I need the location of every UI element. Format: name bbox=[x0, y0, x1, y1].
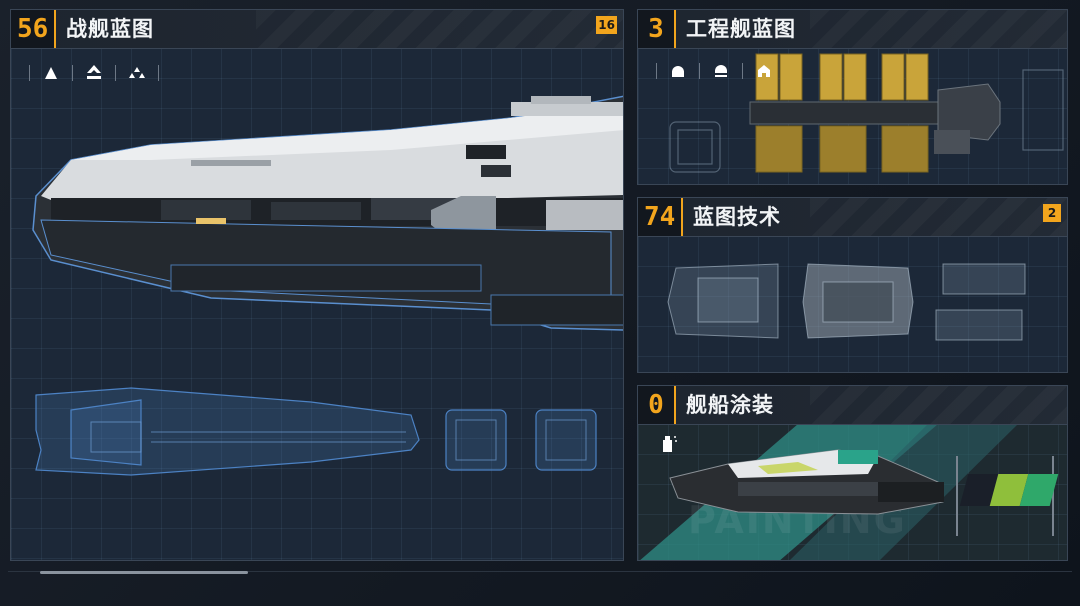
engineering-blueprint-panel[interactable]: 3 工程舰蓝图 bbox=[637, 9, 1068, 185]
tech-count: 74 bbox=[638, 198, 684, 236]
dome-bar-filter-icon[interactable] bbox=[710, 60, 732, 82]
filter-divider bbox=[742, 63, 743, 79]
filter-divider bbox=[29, 65, 30, 81]
ship-painting-panel[interactable]: PAINTING 0 舰船涂装 bbox=[637, 385, 1068, 561]
filter-divider bbox=[699, 63, 700, 79]
painting-title: 舰船涂装 bbox=[686, 393, 774, 417]
warship-count: 56 bbox=[11, 10, 57, 48]
ship-up-filter-icon[interactable] bbox=[83, 62, 105, 84]
filter-divider bbox=[115, 65, 116, 81]
engineering-title: 工程舰蓝图 bbox=[686, 17, 796, 41]
house-filter-icon[interactable] bbox=[753, 60, 775, 82]
triangle-filter-icon[interactable] bbox=[40, 62, 62, 84]
dome-filter-icon[interactable] bbox=[667, 60, 689, 82]
warship-title: 战舰蓝图 bbox=[66, 17, 154, 41]
tech-new-badge: 2 bbox=[1043, 204, 1061, 222]
filter-divider bbox=[656, 63, 657, 79]
engineering-filter-bar bbox=[646, 60, 775, 82]
tech-title: 蓝图技术 bbox=[693, 205, 781, 229]
warship-blueprint-panel[interactable]: 56 战舰蓝图 16 bbox=[10, 9, 624, 561]
warship-illustration bbox=[32, 95, 623, 476]
warship-filter-bar bbox=[19, 62, 169, 84]
blueprint-hub: 56 战舰蓝图 16 3 工程舰蓝图 74 蓝图技术 2 PAINTING 0 … bbox=[0, 0, 1080, 606]
blueprint-tech-panel[interactable]: 74 蓝图技术 2 bbox=[637, 197, 1068, 373]
warship-new-badge: 16 bbox=[596, 16, 617, 34]
painting-count: 0 bbox=[638, 386, 676, 424]
engineering-count: 3 bbox=[638, 10, 676, 48]
triple-triangle-filter-icon[interactable] bbox=[126, 62, 148, 84]
spray-can-icon[interactable] bbox=[658, 434, 678, 454]
filter-divider bbox=[72, 65, 73, 81]
filter-divider bbox=[158, 65, 159, 81]
horizontal-scrollbar[interactable] bbox=[40, 571, 248, 574]
